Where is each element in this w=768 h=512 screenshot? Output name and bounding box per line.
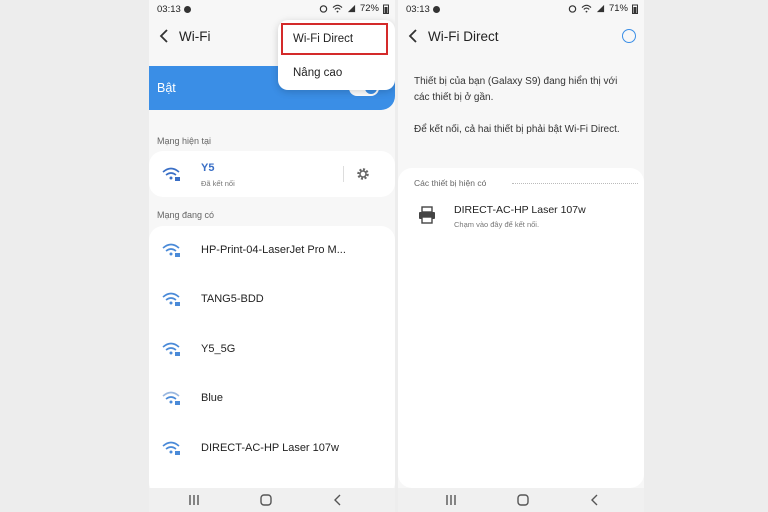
menu-item-wifi-direct[interactable]: Wi-Fi Direct	[281, 23, 388, 55]
nav-home-icon[interactable]	[516, 493, 530, 507]
notification-icon	[432, 6, 440, 13]
section-divider	[512, 183, 638, 184]
device-name: DIRECT-AC-HP Laser 107w	[454, 204, 586, 216]
nav-recents-icon[interactable]	[444, 493, 458, 507]
notification-icon	[183, 6, 191, 13]
battery-percent: 72%	[359, 3, 379, 14]
connect-instruction: Để kết nối, cả hai thiết bị phải bật Wi-…	[414, 124, 620, 135]
wifi-status-icon	[581, 4, 592, 13]
battery-percent: 71%	[608, 3, 628, 14]
search-circle-icon[interactable]	[622, 29, 636, 43]
network-item[interactable]: Blue	[149, 374, 395, 422]
wifi-lock-icon	[162, 391, 180, 405]
network-name: Y5_5G	[201, 343, 236, 355]
alarm-icon	[568, 5, 577, 13]
wifi-settings-screen: 03:13 72% Wi-Fi Bật Wi-Fi Direct Nâng ca…	[149, 0, 395, 512]
status-bar: 03:13 72%	[149, 0, 395, 18]
available-networks-section: Mạng đang có	[157, 210, 215, 220]
network-item[interactable]: Y5_5G	[149, 325, 395, 373]
device-item[interactable]: DIRECT-AC-HP Laser 107w Chạm vào đây để …	[398, 198, 644, 238]
wifi-direct-screen: 03:13 71% Wi-Fi Direct Thiết bị của bạn …	[398, 0, 644, 512]
network-name: TANG5-BDD	[201, 293, 264, 305]
wifi-lock-icon	[162, 243, 180, 257]
current-network-status: Đã kết nối	[201, 179, 235, 188]
nav-home-icon[interactable]	[259, 493, 273, 507]
current-network-card[interactable]: Y5 Đã kết nối	[149, 151, 395, 197]
nav-back-icon[interactable]	[331, 493, 345, 507]
alarm-icon	[319, 5, 328, 13]
overflow-menu: Wi-Fi Direct Nâng cao	[278, 20, 395, 90]
nav-bar	[149, 488, 395, 512]
menu-item-advanced[interactable]: Nâng cao	[278, 57, 395, 89]
back-arrow-icon[interactable]	[157, 26, 171, 46]
printer-icon	[419, 206, 435, 224]
network-item[interactable]: DIRECT-AC-HP Laser 107w	[149, 424, 395, 472]
network-list: HP-Print-04-LaserJet Pro M... TANG5-BDD …	[149, 226, 395, 496]
divider	[343, 166, 344, 182]
current-network-section: Mạng hiện tại	[157, 136, 212, 146]
visibility-description: Thiết bị của bạn (Galaxy S9) đang hiển t…	[414, 76, 618, 103]
network-item[interactable]: HP-Print-04-LaserJet Pro M...	[149, 226, 395, 274]
signal-icon	[596, 4, 605, 13]
nav-recents-icon[interactable]	[187, 493, 201, 507]
status-time: 03:13	[406, 4, 430, 15]
battery-icon	[383, 4, 389, 14]
status-time: 03:13	[157, 4, 181, 15]
toggle-label: Bật	[157, 81, 176, 95]
wifi-lock-icon	[162, 292, 180, 306]
network-item[interactable]: TANG5-BDD	[149, 275, 395, 323]
nav-bar	[398, 488, 644, 512]
signal-icon	[347, 4, 356, 13]
device-hint: Chạm vào đây để kết nối.	[454, 220, 540, 229]
wifi-lock-icon	[162, 342, 180, 356]
wifi-lock-icon	[162, 167, 180, 181]
battery-icon	[632, 4, 638, 14]
wifi-lock-icon	[162, 441, 180, 455]
app-header: Wi-Fi Direct	[398, 26, 644, 50]
network-name: Blue	[201, 392, 224, 404]
available-devices-card: Các thiết bị hiện có DIRECT-AC-HP Laser …	[398, 168, 644, 488]
back-arrow-icon[interactable]	[406, 26, 420, 46]
current-network-name: Y5	[201, 162, 215, 174]
page-title: Wi-Fi	[179, 29, 211, 44]
status-bar: 03:13 71%	[398, 0, 644, 18]
gear-icon[interactable]	[355, 166, 371, 182]
network-name: HP-Print-04-LaserJet Pro M...	[201, 244, 346, 256]
nav-back-icon[interactable]	[588, 493, 602, 507]
network-name: DIRECT-AC-HP Laser 107w	[201, 442, 339, 454]
wifi-status-icon	[332, 4, 343, 13]
page-title: Wi-Fi Direct	[428, 29, 499, 44]
available-devices-section: Các thiết bị hiện có	[414, 178, 487, 188]
